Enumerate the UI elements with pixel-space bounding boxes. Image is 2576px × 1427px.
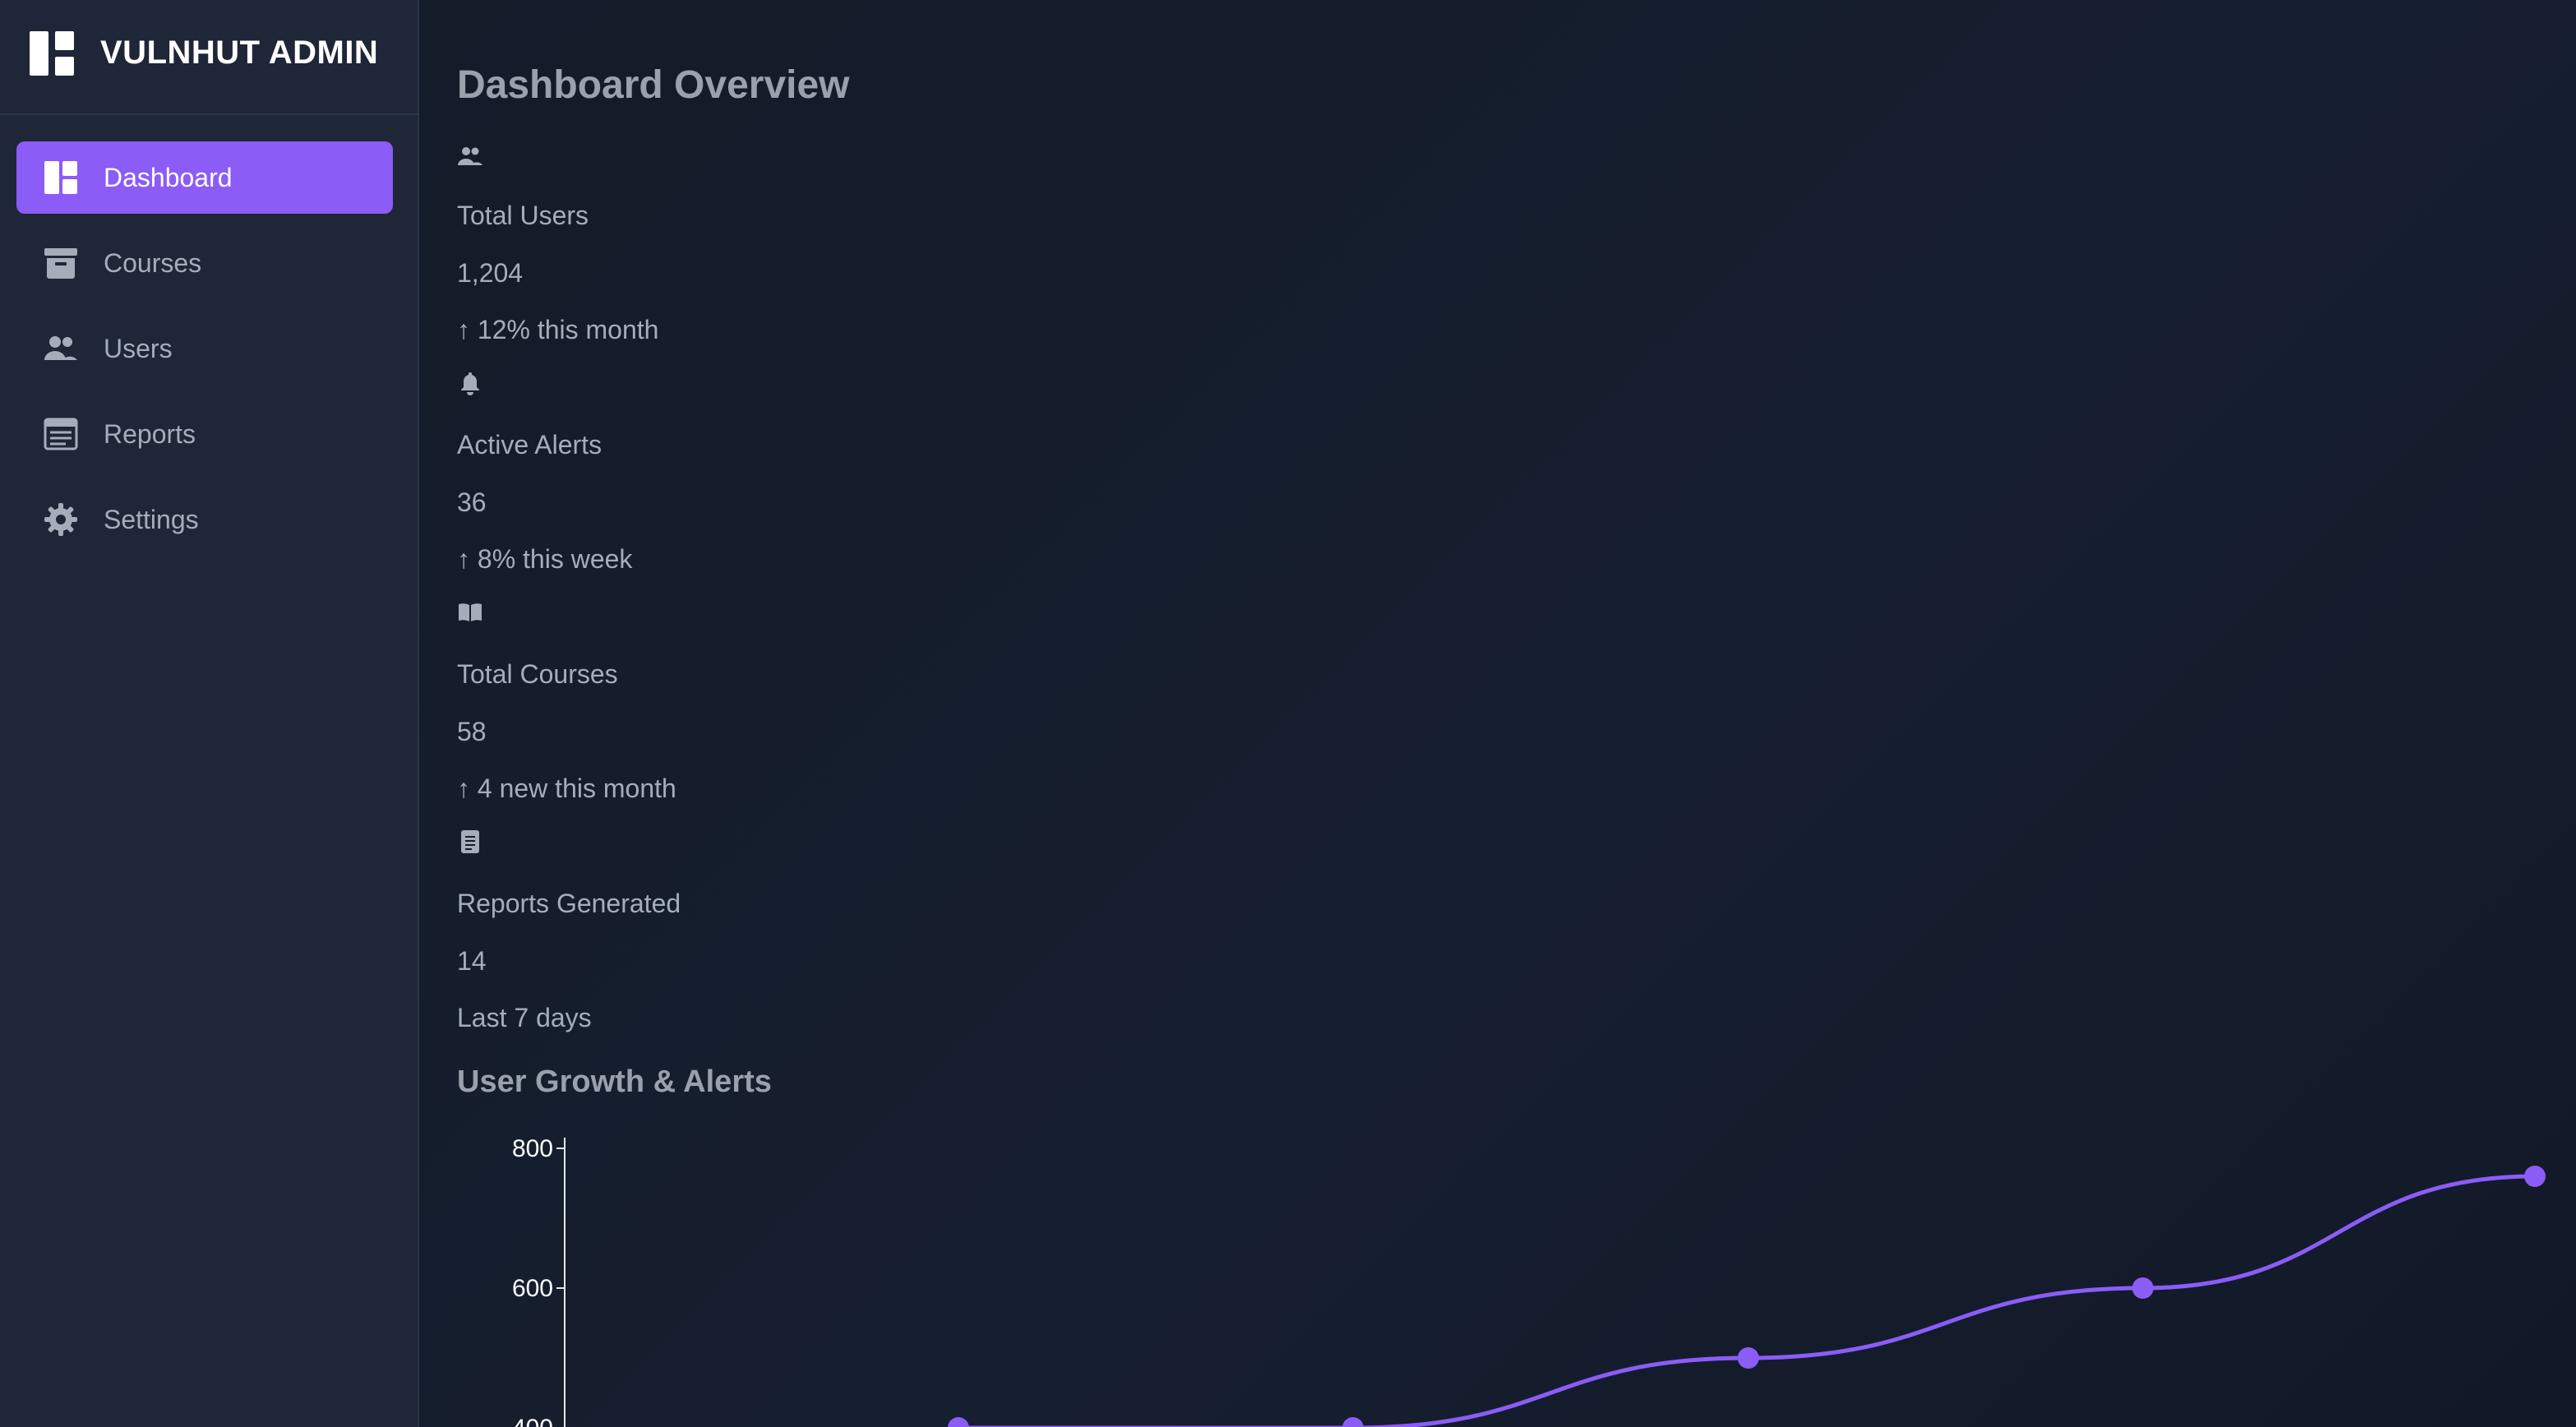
bell-icon xyxy=(461,372,479,395)
stat-note: ↑ 4 new this month xyxy=(457,774,676,803)
series-line xyxy=(958,1174,2536,1427)
sidebar-item-dashboard[interactable]: Dashboard xyxy=(16,141,393,214)
app-window: VULNHUT ADMIN Dashboard Courses Users Re… xyxy=(0,0,2576,1427)
brand: VULNHUT ADMIN xyxy=(0,0,418,115)
users-icon xyxy=(44,336,77,360)
book-icon xyxy=(459,603,482,621)
archive-icon xyxy=(44,248,77,279)
stat-label: Total Users xyxy=(457,201,589,230)
dashboard-icon xyxy=(44,161,77,194)
y-tick-label: 600 xyxy=(512,1275,553,1302)
sidebar-item-label: Courses xyxy=(104,248,202,278)
gear-icon xyxy=(44,503,77,536)
stat-note: ↑ 8% this week xyxy=(457,544,633,574)
data-point[interactable] xyxy=(1738,1347,1759,1369)
users-icon xyxy=(458,147,482,165)
stat-label: Reports Generated xyxy=(457,889,681,918)
data-point[interactable] xyxy=(1342,1417,1364,1427)
stat-value: 1,204 xyxy=(457,258,524,288)
y-tick-label: 800 xyxy=(512,1135,553,1162)
sidebar-item-label: Settings xyxy=(104,505,199,534)
document-icon xyxy=(461,830,479,853)
user-growth-chart: 800 600 400 xyxy=(512,1135,2546,1427)
series-layer xyxy=(948,1166,2546,1427)
sidebar-item-courses[interactable]: Courses xyxy=(16,227,393,299)
stat-note: Last 7 days xyxy=(457,1003,592,1032)
data-point[interactable] xyxy=(948,1417,969,1427)
chart-title: User Growth & Alerts xyxy=(457,1064,772,1099)
brand-title: VULNHUT ADMIN xyxy=(100,35,379,71)
stat-label: Total Courses xyxy=(457,659,618,689)
stat-value: 36 xyxy=(457,487,487,517)
sidebar: VULNHUT ADMIN Dashboard Courses Users Re… xyxy=(0,0,419,1427)
stat-value: 14 xyxy=(457,946,487,976)
stat-note: ↑ 12% this month xyxy=(457,315,659,344)
sidebar-item-label: Dashboard xyxy=(104,163,233,192)
sidebar-item-label: Users xyxy=(104,334,173,363)
sidebar-nav: Dashboard Courses Users Reports Settings xyxy=(16,141,393,569)
dashboard-logo-icon xyxy=(30,31,74,76)
page-title: Dashboard Overview xyxy=(457,63,850,107)
sidebar-item-label: Reports xyxy=(104,419,196,449)
y-axis: 800 600 400 xyxy=(512,1135,566,1427)
reports-icon xyxy=(44,418,78,450)
main-content: Dashboard Overview Total Users 1,204 ↑ 1… xyxy=(419,0,2576,1427)
data-point[interactable] xyxy=(2132,1277,2154,1299)
sidebar-item-reports[interactable]: Reports xyxy=(16,398,393,470)
data-point[interactable] xyxy=(2524,1166,2546,1187)
stat-value: 58 xyxy=(457,717,487,746)
y-tick-label: 400 xyxy=(512,1415,553,1427)
sidebar-item-settings[interactable]: Settings xyxy=(16,483,393,556)
sidebar-item-users[interactable]: Users xyxy=(16,312,393,385)
stat-label: Active Alerts xyxy=(457,430,602,460)
